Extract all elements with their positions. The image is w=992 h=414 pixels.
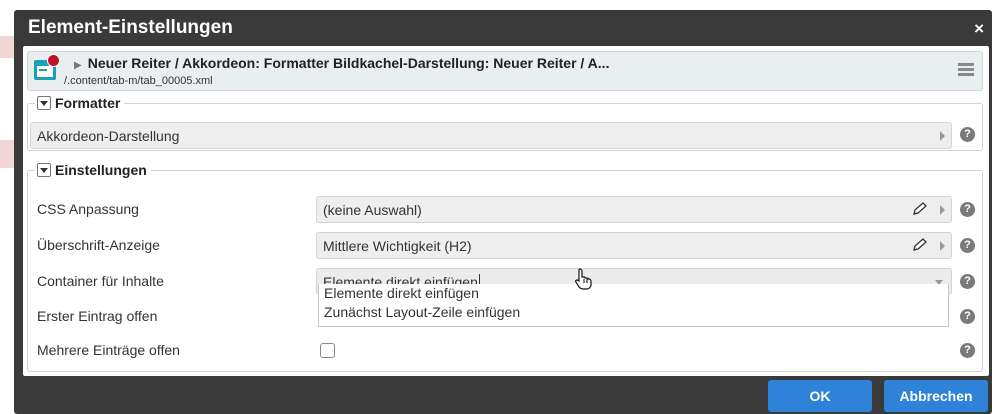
formatter-select[interactable]: Akkordeon-Darstellung [30,122,952,149]
hand-cursor-icon [574,268,592,290]
container-inhalte-options: Elemente direkt einfügen Zunächst Layout… [318,284,949,327]
container-inhalte-label: Container für Inhalte [37,273,164,289]
cancel-button[interactable]: Abbrechen [884,380,988,412]
css-anpassung-value: (keine Auswahl) [323,202,422,218]
close-icon[interactable]: × [974,19,984,39]
mehrere-eintraege-checkbox[interactable] [320,343,335,358]
ok-button[interactable]: OK [768,380,872,412]
menu-icon[interactable] [958,63,974,77]
settings-legend-label: Einstellungen [55,162,147,178]
help-icon[interactable]: ? [960,343,975,358]
help-icon[interactable]: ? [960,309,975,324]
formatter-legend: Formatter [35,95,125,111]
mehrere-eintraege-label: Mehrere Einträge offen [37,342,180,358]
dropdown-option[interactable]: Zunächst Layout-Zeile einfügen [319,303,948,322]
chevron-right-icon: ▶ [74,60,82,71]
help-icon[interactable]: ? [960,238,975,253]
ueberschrift-anzeige-value: Mittlere Wichtigkeit (H2) [323,238,472,254]
css-anpassung-select[interactable]: (keine Auswahl) [316,196,952,223]
help-icon[interactable]: ? [960,127,975,142]
resource-header: ▶ Neuer Reiter / Akkordeon: Formatter Bil… [27,51,983,91]
resource-title-text: Neuer Reiter / Akkordeon: Formatter Bild… [87,55,610,71]
backdrop-strip [0,36,14,58]
dialog-title: Element-Einstellungen [28,17,233,38]
collapse-toggle-icon[interactable] [37,96,51,110]
ueberschrift-anzeige-select[interactable]: Mittlere Wichtigkeit (H2) [316,232,952,259]
dropdown-option[interactable]: Elemente direkt einfügen [319,284,948,303]
chevron-right-icon[interactable] [940,131,945,141]
css-anpassung-label: CSS Anpassung [37,201,139,217]
resource-path: /.content/tab-m/tab_00005.xml [64,75,213,87]
erster-eintrag-label: Erster Eintrag offen [37,308,158,324]
resource-title: ▶ Neuer Reiter / Akkordeon: Formatter Bil… [74,55,609,71]
ueberschrift-anzeige-label: Überschrift-Anzeige [37,237,160,253]
pencil-icon[interactable] [911,201,929,217]
help-icon[interactable]: ? [960,274,975,289]
modified-badge-icon [47,54,60,67]
settings-legend: Einstellungen [35,162,151,178]
chevron-right-icon[interactable] [940,205,945,215]
formatter-value: Akkordeon-Darstellung [37,128,180,144]
backdrop-strip [0,140,14,168]
pencil-icon[interactable] [911,237,929,253]
chevron-right-icon[interactable] [940,241,945,251]
collapse-toggle-icon[interactable] [37,163,51,177]
formatter-legend-label: Formatter [55,95,121,111]
dialog-titlebar: Element-Einstellungen × [14,10,992,46]
element-settings-dialog: Element-Einstellungen × ▶ Neuer Reiter / … [14,10,992,414]
help-icon[interactable]: ? [960,202,975,217]
